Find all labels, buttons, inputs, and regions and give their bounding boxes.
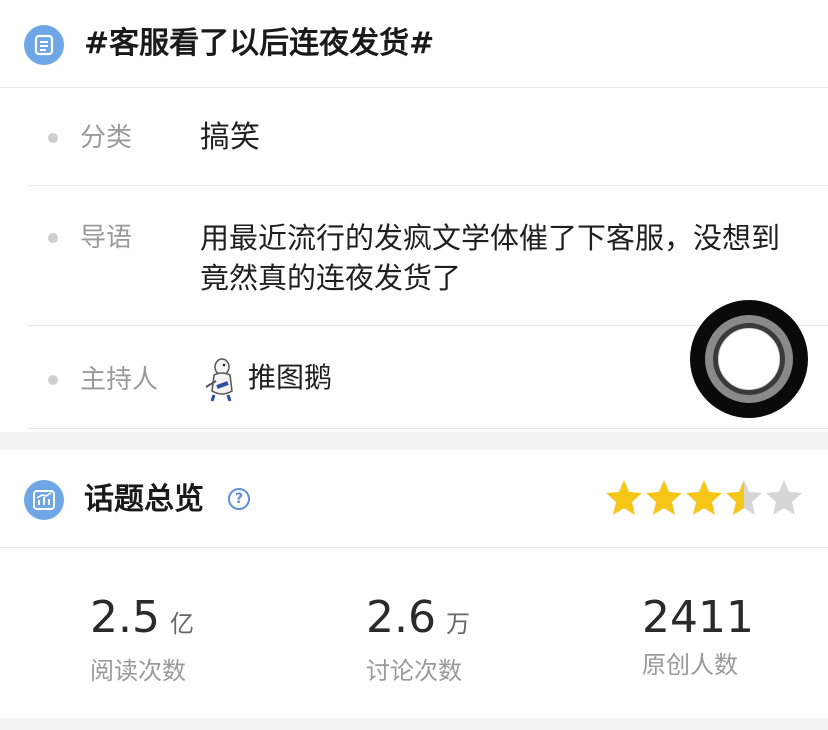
bullet-dot: [48, 375, 58, 385]
overview-title: 话题总览: [84, 482, 204, 517]
stat-unit: 亿: [169, 610, 194, 638]
star-icon-empty: [766, 480, 802, 515]
button-core: [718, 328, 780, 390]
star-icon-full: [646, 480, 682, 515]
stat-discussions: 2.6 万 讨论次数: [366, 590, 470, 688]
stat-unit: 万: [445, 610, 470, 638]
stat-caption: 阅读次数: [90, 657, 186, 685]
topic-info-card: #客服看了以后连夜发货# 分类 搞笑 导语 用最近流行的发疯文学体催了下客服，没…: [0, 0, 828, 432]
star-icon-half: [726, 480, 762, 515]
divider: [28, 428, 828, 429]
floating-assistive-button[interactable]: [690, 300, 808, 418]
category-label: 分类: [80, 123, 133, 153]
topic-header: #客服看了以后连夜发货#: [0, 0, 828, 88]
intro-text: 用最近流行的发疯文学体催了下客服，没想到竟然真的连夜发货了: [200, 221, 781, 295]
host-name[interactable]: 推图鹅: [248, 358, 332, 398]
topic-title: #客服看了以后连夜发货#: [84, 26, 435, 61]
divider: [28, 185, 828, 186]
stat-number: 2.5: [90, 592, 160, 643]
question-circle-icon[interactable]: ?: [228, 488, 250, 510]
stat-number: 2411: [642, 592, 754, 643]
penguin-avatar-icon[interactable]: [200, 357, 240, 403]
stat-number: 2.6: [366, 592, 436, 643]
host-label: 主持人: [80, 365, 159, 395]
bullet-dot: [48, 133, 58, 143]
bullet-dot: [48, 233, 58, 243]
star-icon-full: [686, 480, 722, 515]
stat-caption: 讨论次数: [366, 657, 462, 685]
section-gap: [0, 718, 828, 730]
list-document-icon: [24, 25, 64, 65]
stat-reads: 2.5 亿 阅读次数: [90, 590, 194, 688]
rating-stars: [604, 477, 804, 517]
category-value[interactable]: 搞笑: [200, 118, 260, 158]
star-icon-full: [606, 480, 642, 515]
stat-caption: 原创人数: [642, 651, 738, 679]
intro-label: 导语: [80, 223, 133, 253]
stat-original-creators: 2411 原创人数: [642, 590, 754, 682]
bar-chart-icon: [24, 480, 64, 520]
overview-header: 话题总览 ?: [0, 450, 828, 548]
section-gap: [0, 432, 828, 450]
